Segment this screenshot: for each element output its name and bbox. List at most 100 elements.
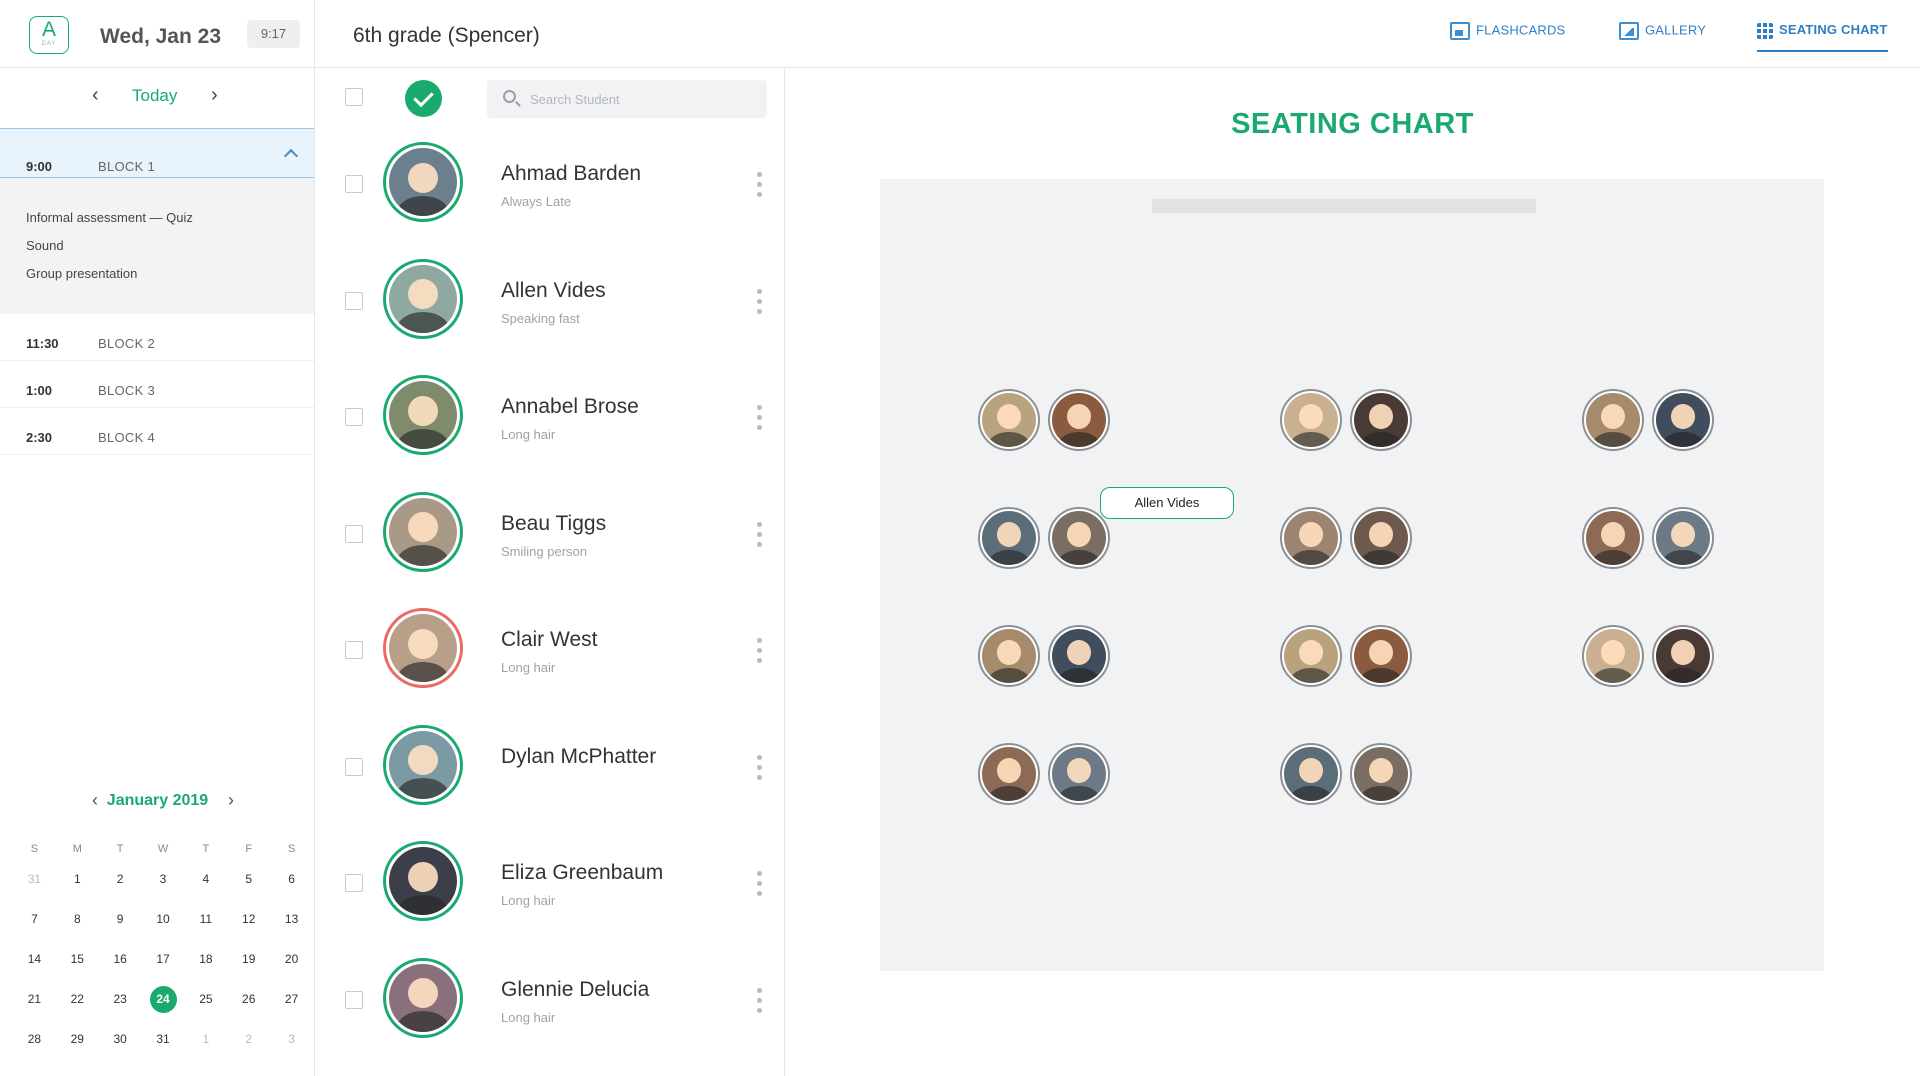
calendar-day[interactable]: 2 — [99, 865, 142, 905]
today-button[interactable]: Today — [132, 86, 177, 106]
calendar-day[interactable]: 19 — [227, 945, 270, 985]
tab-flashcards[interactable]: FLASHCARDS — [1450, 22, 1565, 52]
seat-student-avatar[interactable] — [1582, 625, 1644, 687]
calendar-day[interactable]: 4 — [184, 865, 227, 905]
more-options-icon[interactable] — [757, 521, 763, 552]
calendar-day[interactable]: 31 — [142, 1025, 185, 1065]
tab-gallery[interactable]: GALLERY — [1619, 22, 1706, 52]
seat-student-avatar[interactable] — [1652, 625, 1714, 687]
calendar-day[interactable]: 12 — [227, 905, 270, 945]
more-options-icon[interactable] — [757, 638, 763, 668]
mark-all-present-check-icon[interactable] — [405, 80, 442, 117]
more-options-icon[interactable] — [757, 288, 763, 319]
more-options-icon[interactable] — [757, 987, 763, 1018]
calendar-day[interactable]: 31 — [13, 865, 56, 905]
calendar-day[interactable]: 3 — [142, 865, 185, 905]
calendar-day[interactable]: 25 — [184, 985, 227, 1025]
seat-student-avatar[interactable] — [1280, 625, 1342, 687]
seat-student-avatar[interactable] — [1280, 507, 1342, 569]
more-options-icon[interactable] — [757, 871, 763, 901]
seat-student-avatar[interactable] — [1350, 507, 1412, 569]
calendar-day[interactable]: 15 — [56, 945, 99, 985]
more-options-icon[interactable] — [757, 754, 763, 785]
schedule-block-3[interactable]: 1:00 BLOCK 3 — [0, 361, 314, 408]
calendar-day[interactable]: 23 — [99, 985, 142, 1025]
calendar-day[interactable]: 10 — [142, 905, 185, 945]
calendar-day[interactable]: 7 — [13, 905, 56, 945]
student-row[interactable]: Dylan McPhatter — [315, 713, 784, 830]
seat-student-avatar[interactable] — [978, 507, 1040, 569]
student-checkbox[interactable] — [345, 990, 363, 1009]
calendar-day[interactable]: 29 — [56, 1025, 99, 1065]
next-month-chevron-icon[interactable]: › — [228, 790, 234, 811]
seat-student-avatar[interactable] — [1350, 389, 1412, 451]
tab-seating-chart[interactable]: SEATING CHART — [1757, 22, 1888, 52]
search-student-input[interactable] — [530, 80, 760, 118]
student-checkbox[interactable] — [345, 291, 363, 310]
calendar-day[interactable]: 21 — [13, 985, 56, 1025]
seat-student-avatar[interactable] — [1582, 389, 1644, 451]
calendar-day[interactable]: 11 — [184, 905, 227, 945]
seat-student-avatar[interactable] — [978, 625, 1040, 687]
student-checkbox[interactable] — [345, 874, 363, 892]
schedule-block-1[interactable]: 9:00 BLOCK 1 — [0, 128, 314, 178]
student-checkbox[interactable] — [345, 757, 363, 776]
student-checkbox[interactable] — [345, 175, 363, 193]
block-item[interactable]: Informal assessment — Quiz — [26, 210, 314, 225]
calendar-day[interactable]: 26 — [227, 985, 270, 1025]
seat-student-avatar[interactable] — [978, 389, 1040, 451]
calendar-day[interactable]: 1 — [56, 865, 99, 905]
student-row[interactable]: Beau Tiggs Smiling person — [315, 480, 784, 597]
calendar-day-selected[interactable]: 24 — [142, 985, 185, 1025]
seat-student-avatar[interactable] — [1048, 507, 1110, 569]
more-options-icon[interactable] — [757, 405, 763, 435]
app-logo[interactable]: A DAY — [29, 16, 69, 54]
seat-student-avatar[interactable] — [1652, 507, 1714, 569]
seat-student-avatar[interactable] — [1280, 389, 1342, 451]
student-row[interactable]: Eliza Greenbaum Long hair — [315, 829, 784, 946]
student-row[interactable]: Glennie Delucia Long hair — [315, 946, 784, 1063]
student-row[interactable]: Annabel Brose Long hair — [315, 363, 784, 480]
calendar-day[interactable]: 13 — [270, 905, 313, 945]
select-all-checkbox[interactable] — [345, 88, 363, 106]
calendar-day[interactable]: 17 — [142, 945, 185, 985]
calendar-day[interactable]: 2 — [227, 1025, 270, 1065]
seat-student-avatar[interactable] — [1350, 625, 1412, 687]
calendar-day[interactable]: 22 — [56, 985, 99, 1025]
calendar-day[interactable]: 18 — [184, 945, 227, 985]
calendar-day[interactable]: 5 — [227, 865, 270, 905]
calendar-day[interactable]: 16 — [99, 945, 142, 985]
seat-student-avatar[interactable] — [1048, 743, 1110, 805]
student-row[interactable]: Allen Vides Speaking fast — [315, 247, 784, 364]
calendar-day[interactable]: 14 — [13, 945, 56, 985]
collapse-chevron-up-icon[interactable] — [283, 148, 299, 164]
block-item[interactable]: Group presentation — [26, 266, 314, 281]
calendar-day[interactable]: 6 — [270, 865, 313, 905]
prev-day-chevron-icon[interactable]: ‹ — [92, 84, 99, 107]
calendar-day[interactable]: 20 — [270, 945, 313, 985]
seat-student-avatar[interactable] — [1048, 389, 1110, 451]
calendar-day[interactable]: 8 — [56, 905, 99, 945]
calendar-day[interactable]: 27 — [270, 985, 313, 1025]
more-options-icon[interactable] — [757, 172, 763, 202]
seat-student-avatar[interactable] — [1652, 389, 1714, 451]
block-item[interactable]: Sound — [26, 238, 314, 253]
student-row[interactable]: Clair West Long hair — [315, 596, 784, 713]
seat-student-avatar[interactable] — [1350, 743, 1412, 805]
next-day-chevron-icon[interactable]: › — [211, 84, 218, 107]
calendar-day[interactable]: 1 — [184, 1025, 227, 1065]
seat-student-avatar[interactable] — [1280, 743, 1342, 805]
calendar-day[interactable]: 30 — [99, 1025, 142, 1065]
schedule-block-4[interactable]: 2:30 BLOCK 4 — [0, 408, 314, 455]
calendar-day[interactable]: 3 — [270, 1025, 313, 1065]
student-checkbox[interactable] — [345, 524, 363, 543]
student-checkbox[interactable] — [345, 408, 363, 426]
seat-student-avatar[interactable] — [978, 743, 1040, 805]
calendar-day[interactable]: 28 — [13, 1025, 56, 1065]
schedule-block-2[interactable]: 11:30 BLOCK 2 — [0, 314, 314, 361]
seat-student-avatar[interactable] — [1582, 507, 1644, 569]
seat-student-avatar[interactable] — [1048, 625, 1110, 687]
student-checkbox[interactable] — [345, 641, 363, 659]
student-row[interactable]: Ahmad Barden Always Late — [315, 130, 784, 247]
calendar-day[interactable]: 9 — [99, 905, 142, 945]
